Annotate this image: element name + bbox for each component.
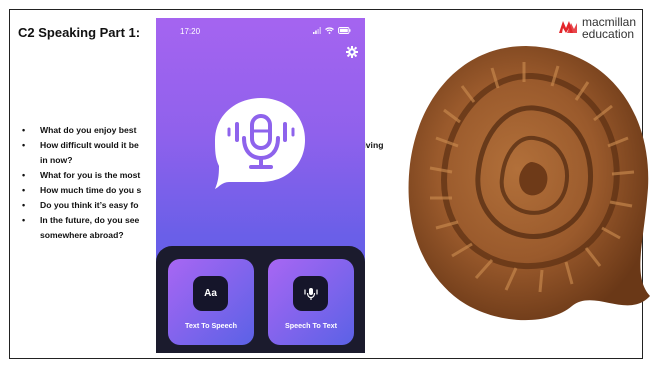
speech-to-text-button[interactable]: Speech To Text [268, 259, 354, 345]
list-item: What for you is the most [22, 168, 141, 183]
mic-waves-icon [293, 276, 328, 311]
text-to-speech-button[interactable]: Aa Text To Speech [168, 259, 254, 345]
text-aa-icon: Aa [193, 276, 228, 311]
speech-app-screen: 17:20 Aa Text To Speech Speech To Text [156, 18, 365, 353]
list-item: How difficult would it be in now? [22, 138, 141, 168]
list-item: How much time do you s [22, 183, 141, 198]
list-item: In the future, do you see somewhere abro… [22, 213, 141, 243]
speech-to-text-label: Speech To Text [284, 321, 338, 330]
list-item: What do you enjoy best [22, 123, 141, 138]
signal-icon [313, 27, 321, 34]
slide-title: C2 Speaking Part 1: [18, 25, 141, 40]
text-to-speech-label: Text To Speech [184, 321, 238, 330]
question-list: What do you enjoy best How difficult wou… [22, 123, 141, 243]
macmillan-logo: macmillan education [558, 16, 636, 40]
status-time: 17:20 [180, 27, 201, 36]
wifi-icon [325, 27, 334, 34]
microphone-bubble-icon [215, 98, 305, 189]
ammonite-fossil-image [408, 46, 650, 321]
feature-panel: Aa Text To Speech Speech To Text [156, 246, 365, 353]
battery-icon [338, 27, 351, 34]
macmillan-logo-icon [559, 21, 577, 33]
slide: C2 Speaking Part 1: macmillan education … [0, 0, 653, 368]
gear-icon[interactable] [346, 46, 358, 58]
list-item: Do you think it’s easy fo [22, 198, 141, 213]
status-bar: 17:20 [156, 18, 365, 44]
